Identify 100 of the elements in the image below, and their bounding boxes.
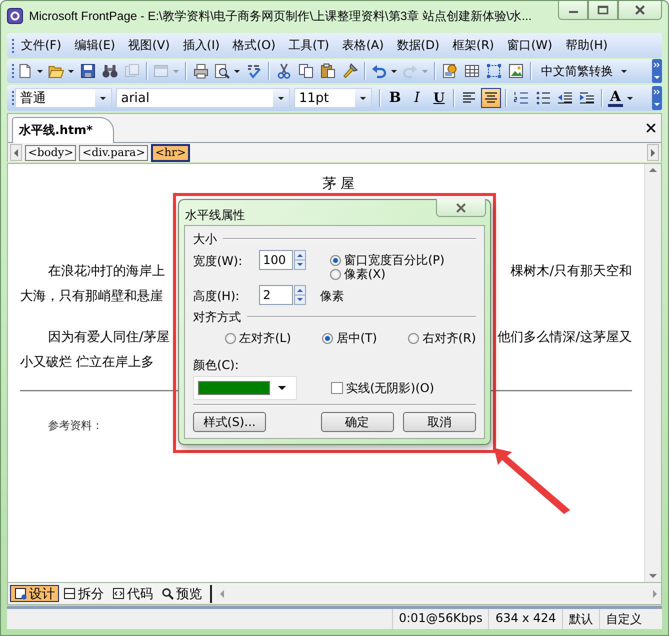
paintbrush-icon <box>342 63 358 79</box>
outdent-icon <box>557 90 573 106</box>
caret-icon[interactable] <box>621 70 627 72</box>
close-button[interactable] <box>618 1 662 20</box>
radio-button[interactable] <box>408 332 420 344</box>
number-field[interactable]: 2 <box>259 285 293 305</box>
italic-button[interactable]: I <box>407 88 427 108</box>
tag-selector[interactable]: <div.para> <box>79 144 148 160</box>
menu-item[interactable]: 编辑(E) <box>68 34 122 57</box>
field-label: 高度(H): <box>193 288 240 305</box>
font-color-button[interactable]: A <box>607 88 635 108</box>
menu-item[interactable]: 数据(D) <box>390 34 446 57</box>
documents-icon <box>124 63 140 79</box>
style-dropdown[interactable]: 普通 <box>15 88 112 108</box>
align-center-button[interactable] <box>481 88 501 108</box>
checkbox[interactable] <box>331 382 343 394</box>
scroll-right-button[interactable] <box>647 144 659 161</box>
window-icon <box>153 63 169 79</box>
view-tab[interactable]: 代码 <box>108 585 157 602</box>
scissors-icon <box>276 63 292 79</box>
size-dropdown[interactable]: 11pt <box>294 88 372 108</box>
toolbar-overflow-icon[interactable] <box>652 59 662 83</box>
close-icon[interactable] <box>645 122 657 134</box>
close-button[interactable] <box>436 199 486 217</box>
menu-item[interactable]: 文件(F) <box>15 34 68 57</box>
paragraph-text: 棵树木/只有那天空和 <box>510 263 632 281</box>
toolbar-grip-icon[interactable] <box>11 38 15 54</box>
paragraph-text: 因为有爱人同住/茅屋 <box>47 329 170 347</box>
left-arrow-icon <box>14 148 18 156</box>
print-preview-icon <box>214 63 230 79</box>
menu-item[interactable]: 帮助(H) <box>559 34 614 57</box>
split-view-icon <box>63 587 76 600</box>
menu-item[interactable]: 视图(V) <box>122 34 176 57</box>
status-text: 0:01@56Kbps <box>392 609 488 629</box>
scroll-left-button[interactable] <box>10 144 22 161</box>
print-preview-button[interactable] <box>213 61 242 81</box>
caret-icon[interactable] <box>626 96 633 100</box>
number-field[interactable]: 100 <box>259 250 293 270</box>
bold-button[interactable]: B <box>385 88 405 108</box>
font-dropdown[interactable]: arial <box>116 88 290 108</box>
group-label: 大小 <box>193 230 217 248</box>
window-title: Microsoft FrontPage - E:\教学资料\电子商务网页制作\上课整理资料\第3章 站点创建新体验\水... <box>29 8 532 24</box>
menu-item[interactable]: 工具(T) <box>282 34 336 57</box>
layer-button[interactable] <box>484 61 504 81</box>
ok-button[interactable]: 确定 <box>320 412 394 432</box>
printer-button[interactable] <box>191 61 211 81</box>
cancel-button[interactable]: 取消 <box>403 412 476 432</box>
color-dropdown[interactable] <box>193 376 297 400</box>
radio-button[interactable] <box>322 332 334 344</box>
option-label: 左对齐(L) <box>239 330 292 346</box>
caret-icon <box>100 96 106 100</box>
numbered-list-icon <box>513 90 529 106</box>
tag-selector[interactable]: <body> <box>25 144 76 160</box>
radio-button[interactable] <box>330 254 341 266</box>
field-label: 宽度(W): <box>193 253 244 270</box>
code-view-icon <box>112 587 125 600</box>
menu-item[interactable]: 插入(I) <box>176 34 226 57</box>
radio-button[interactable] <box>225 332 236 344</box>
menu-item[interactable]: 框架(R) <box>446 34 500 57</box>
view-tab[interactable]: 拆分 <box>59 585 108 602</box>
dialog-title: 水平线属性 <box>185 207 245 224</box>
copy-button[interactable] <box>296 61 316 81</box>
view-tab[interactable]: 设计 <box>10 585 59 602</box>
paragraph-text: 小又破烂 伫立在岸上多 <box>20 354 154 372</box>
floppy-disk-button[interactable] <box>78 61 98 81</box>
minimize-button[interactable] <box>558 1 588 20</box>
toolbar-overflow-icon[interactable] <box>652 86 662 110</box>
toolbar-grip-icon[interactable] <box>11 90 15 106</box>
tag-selector[interactable]: <hr> <box>151 144 190 162</box>
close-icon <box>455 202 467 214</box>
underline-button[interactable]: U <box>429 88 449 108</box>
toolbar-grip-icon[interactable] <box>11 63 15 79</box>
menu-item[interactable]: 格式(O) <box>226 34 282 57</box>
maximize-button[interactable] <box>588 1 618 20</box>
table-icon <box>464 63 480 79</box>
radio-button[interactable] <box>330 268 341 280</box>
style-button[interactable]: 样式(S)... <box>193 412 266 432</box>
caret-icon[interactable] <box>68 70 74 72</box>
paragraph-text: 在浪花冲打的海岸上 <box>47 263 165 281</box>
convert-button[interactable]: 中文简繁转换 <box>537 60 617 82</box>
maximize-icon <box>597 5 609 15</box>
image-button[interactable] <box>506 61 526 81</box>
menu-item[interactable]: 表格(A) <box>336 34 390 57</box>
paragraph-text: 他们多么情深/这茅屋又 <box>498 329 632 347</box>
spinner-button[interactable] <box>294 285 306 305</box>
caret-icon[interactable] <box>234 70 240 72</box>
caret-icon <box>278 386 286 390</box>
clipboard-button[interactable] <box>318 61 338 81</box>
spinner-button[interactable] <box>294 250 306 270</box>
status-text: 默认 <box>562 609 599 629</box>
caret-icon[interactable] <box>37 70 43 72</box>
printer-icon <box>193 63 209 79</box>
caret-icon[interactable] <box>391 70 397 72</box>
option-label: 像素(X) <box>344 266 386 282</box>
menu-item[interactable]: 窗口(W) <box>501 34 558 57</box>
view-tab[interactable]: 预览 <box>157 585 206 602</box>
document-tab[interactable]: 水平线.htm* <box>12 117 114 143</box>
app-icon <box>7 8 23 24</box>
clipboard-icon <box>320 63 336 79</box>
checkbox-label: 实线(无阴影)(O) <box>346 380 434 396</box>
